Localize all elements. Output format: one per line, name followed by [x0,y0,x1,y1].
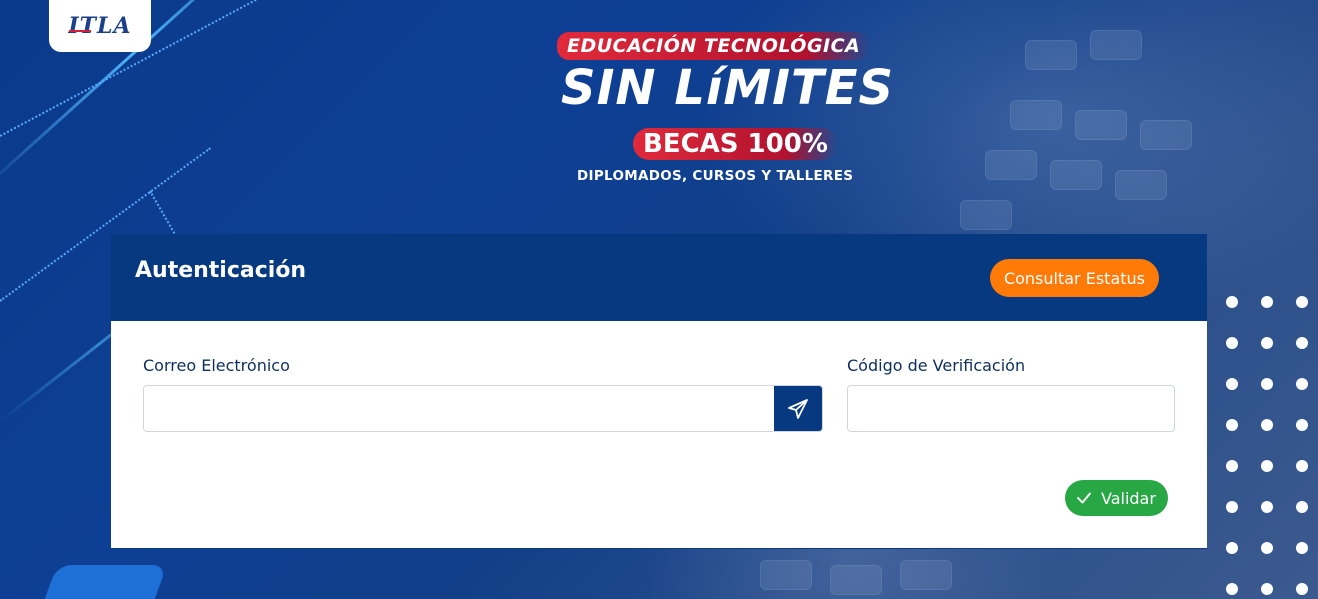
dot [1296,583,1308,595]
dot [1261,460,1273,472]
dot [1261,583,1273,595]
logo-accent [69,30,91,32]
banner-tagline: EDUCACIÓN TECNOLÓGICA [557,32,871,60]
dot [1261,378,1273,390]
keyboard-key [1115,170,1167,200]
keyboard-key [1050,160,1102,190]
dot [1296,337,1308,349]
banner-subline: DIPLOMADOS, CURSOS Y TALLERES [577,168,854,184]
dot [1226,583,1238,595]
validate-label: Validar [1101,488,1156,508]
keyboard-key [1090,30,1142,60]
dot [1261,296,1273,308]
itla-logo[interactable]: ITLA [49,0,151,52]
dot [1296,542,1308,554]
keyboard-key [1010,100,1062,130]
dot [1296,501,1308,513]
dot [1226,378,1238,390]
dot [1261,501,1273,513]
keyboard-key [1140,120,1192,150]
code-label: Código de Verificación [847,356,1026,375]
auth-card-body: Correo Electrónico Código de Verificació… [111,321,1207,549]
check-status-button[interactable]: Consultar Estatus [989,259,1159,297]
dot-grid-decoration [1226,296,1318,595]
dot [1226,460,1238,472]
validate-button[interactable]: Validar [1065,480,1168,516]
dot [1226,296,1238,308]
keyboard-key [830,565,882,595]
keyboard-key [900,560,952,590]
dot [1226,337,1238,349]
banner-headline: SIN LíMITES [561,60,895,116]
auth-title: Autenticación [135,258,307,283]
send-icon [788,398,808,419]
auth-card: Autenticación Consultar Estatus Correo E… [111,234,1207,549]
promo-banner: EDUCACIÓN TECNOLÓGICA SIN LíMITES BECAS … [555,30,915,200]
dot [1261,337,1273,349]
logo-text: ITLA [68,13,132,39]
keyboard-key [1025,40,1077,70]
dot [1226,501,1238,513]
email-label: Correo Electrónico [143,356,290,375]
verification-code-field[interactable] [847,385,1175,432]
banner-becas: BECAS 100% [633,128,838,160]
keyboard-key [960,200,1012,230]
corner-decoration [38,565,168,599]
dot [1296,419,1308,431]
dot [1296,378,1308,390]
send-code-button[interactable] [774,386,822,431]
keyboard-key [1075,110,1127,140]
dot [1261,542,1273,554]
dot [1296,296,1308,308]
keyboard-key [760,560,812,590]
dot [1226,419,1238,431]
dot [1296,460,1308,472]
auth-card-header: Autenticación Consultar Estatus [111,234,1207,321]
check-icon [1077,492,1091,504]
keyboard-key [985,150,1037,180]
dot [1261,419,1273,431]
dot [1226,542,1238,554]
email-input-group [143,385,823,432]
email-field[interactable] [144,386,774,431]
